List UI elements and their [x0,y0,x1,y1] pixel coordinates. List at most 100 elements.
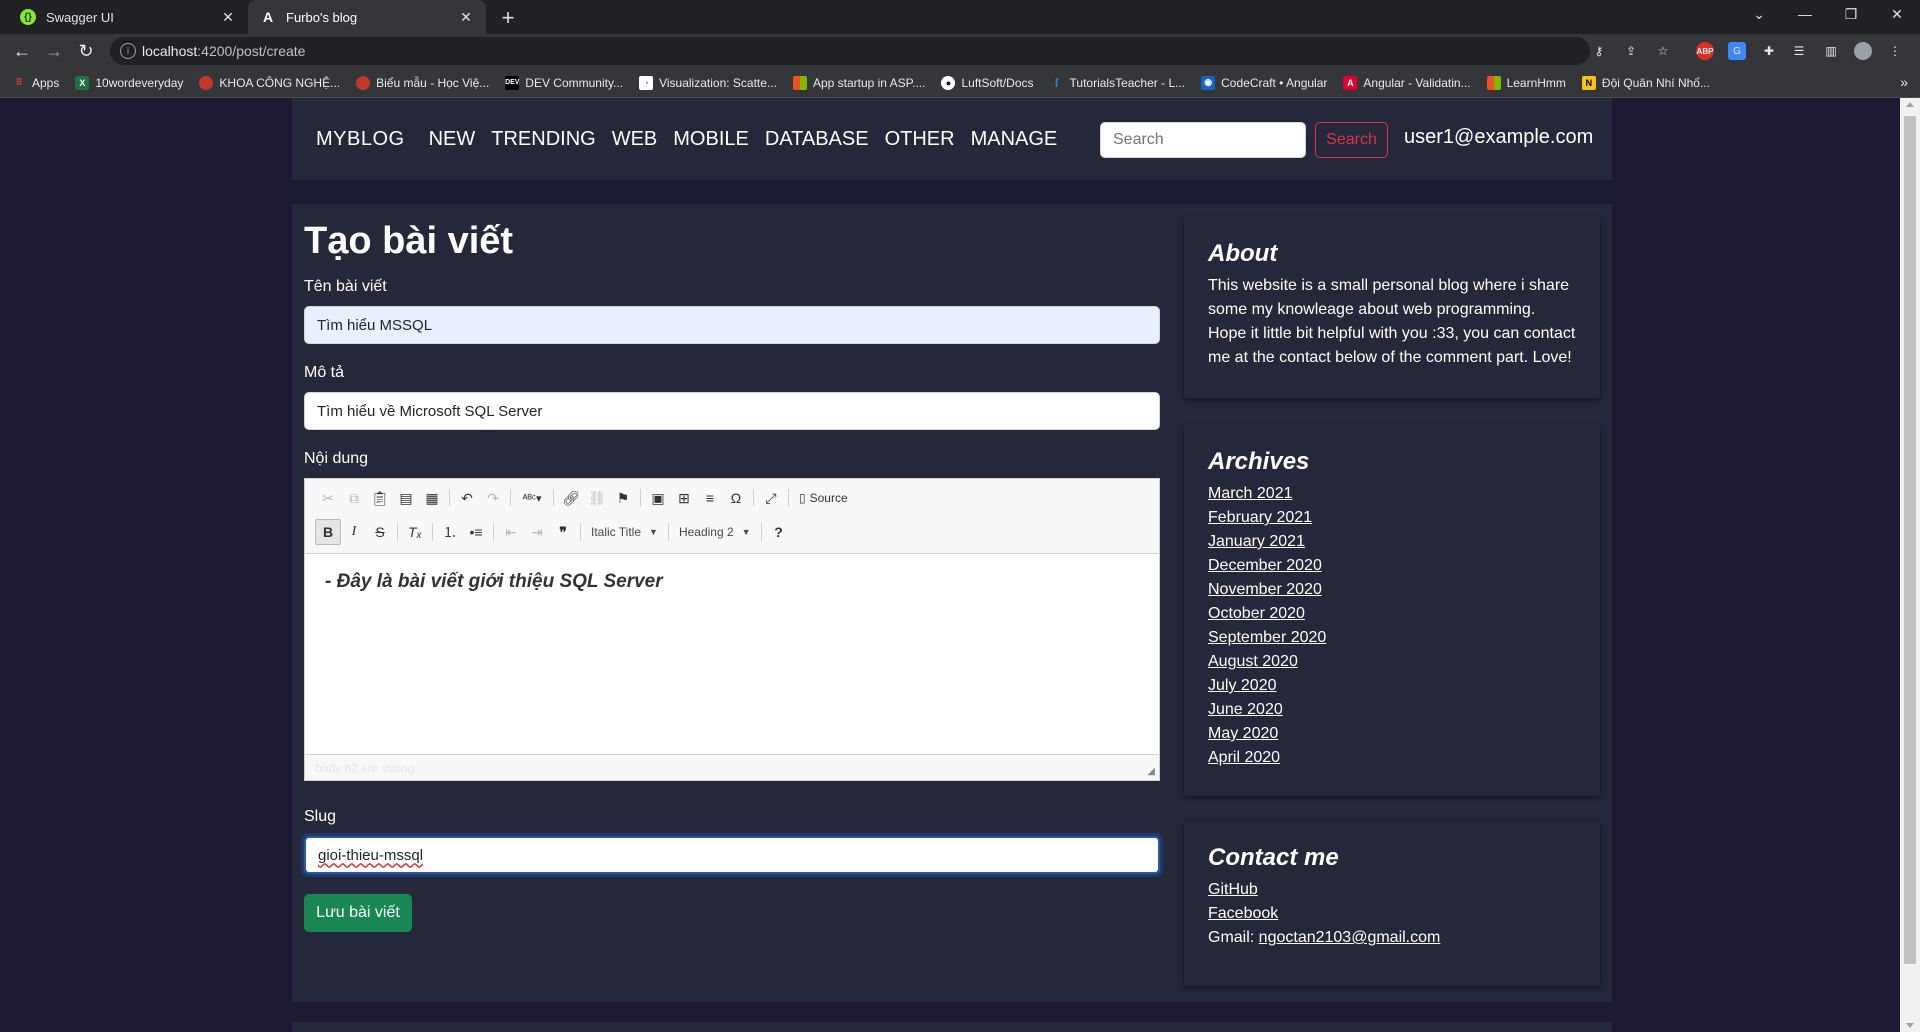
nav-database[interactable]: DATABASE [765,128,869,151]
bookmark-doi-quan[interactable]: N Đội Quân Nhí Nhố... [1581,75,1710,90]
nav-mobile[interactable]: MOBILE [673,128,749,151]
archive-link[interactable]: October 2020 [1208,602,1576,626]
blockquote-icon[interactable]: ❞ [550,519,576,545]
archive-link[interactable]: March 2021 [1208,482,1576,506]
new-tab-button[interactable]: + [496,5,520,31]
archive-link[interactable]: February 2021 [1208,506,1576,530]
archive-link[interactable]: August 2020 [1208,650,1576,674]
paste-text-icon[interactable]: ▤ [393,485,419,511]
paste-word-icon[interactable]: ▦ [419,485,445,511]
nav-new[interactable]: NEW [429,128,476,151]
nav-trending[interactable]: TRENDING [491,128,595,151]
profile-avatar[interactable] [1854,42,1872,60]
github-link[interactable]: GitHub [1208,878,1576,902]
page-scrollbar[interactable] [1900,98,1920,1032]
share-icon[interactable]: ⇪ [1622,42,1640,60]
archive-link[interactable]: November 2020 [1208,578,1576,602]
bulleted-list-icon[interactable]: •≡ [463,519,489,545]
bookmark-apps[interactable]: ⠿ Apps [12,76,60,90]
redo-icon[interactable]: ↷ [480,485,506,511]
spellcheck-icon[interactable]: ᴬᴮᶜ▾ [515,485,549,511]
editor-content[interactable]: - Đây là bài viết giới thiệu SQL Server [325,571,663,593]
archive-link[interactable]: December 2020 [1208,554,1576,578]
archive-link[interactable]: June 2020 [1208,698,1576,722]
unlink-icon[interactable]: ⛓ [584,485,610,511]
paste-icon[interactable]: 📋︎ [367,485,393,511]
strikethrough-icon[interactable]: S [367,519,393,545]
help-icon[interactable]: ? [766,519,792,545]
bookmark-app-startup[interactable]: App startup in ASP.... [792,75,925,90]
scrollbar-thumb[interactable] [1904,116,1916,964]
link-icon[interactable]: 🔗︎ [558,485,584,511]
indent-icon[interactable]: ⇥ [524,519,550,545]
copy-icon[interactable]: ⧉ [341,485,367,511]
close-window-button[interactable]: ✕ [1874,0,1920,28]
outdent-icon[interactable]: ⇤ [498,519,524,545]
bookmark-visualization[interactable]: ◔ Visualization: Scatte... [639,75,777,90]
archive-link[interactable]: July 2020 [1208,674,1576,698]
slug-input[interactable]: gioi-thieu-mssql [304,836,1160,874]
menu-icon[interactable]: ⋮ [1886,42,1904,60]
reading-list-icon[interactable]: ☰ [1790,42,1808,60]
reload-icon[interactable]: ↻ [74,40,98,62]
save-post-button[interactable]: Lưu bài viết [304,894,412,932]
archive-link[interactable]: September 2020 [1208,626,1576,650]
numbered-list-icon[interactable]: ⒈ [437,519,463,545]
archive-link[interactable]: April 2020 [1208,746,1576,770]
close-icon[interactable]: ✕ [458,9,474,26]
anchor-flag-icon[interactable]: ⚑ [610,485,636,511]
table-icon[interactable]: ⊞ [671,485,697,511]
search-button[interactable]: Search [1315,122,1388,158]
horizontal-line-icon[interactable]: ≡ [697,485,723,511]
close-icon[interactable]: ✕ [220,9,236,26]
facebook-link[interactable]: Facebook [1208,902,1576,926]
nav-other[interactable]: OTHER [885,128,955,151]
translate-icon[interactable]: G [1728,42,1746,60]
bookmark-10wordeveryday[interactable]: X 10wordeveryday [75,75,183,90]
archive-link[interactable]: May 2020 [1208,722,1576,746]
bookmark-khoa-cong-nghe[interactable]: KHOA CÔNG NGHỆ... [199,75,340,90]
remove-format-icon[interactable]: Tₓ [402,519,428,545]
extensions-icon[interactable]: ✚ [1760,42,1778,60]
bookmark-bieu-mau[interactable]: Biểu mẫu - Học Việ... [356,75,489,90]
rich-text-editor[interactable]: ✂ ⧉ 📋︎ ▤ ▦ ↶ ↷ ᴬᴮᶜ▾ 🔗︎ ⛓ ⚑ ▣ ⊞ ≡ Ω ⤢ ▯ S… [304,478,1160,781]
nav-manage[interactable]: MANAGE [971,128,1058,151]
restore-button[interactable]: ❐ [1828,0,1874,28]
scroll-down-icon[interactable] [1906,1023,1914,1028]
bookmark-luftsoft[interactable]: ● LuftSoft/Docs [941,75,1034,90]
tab-search-icon[interactable]: ⌄ [1736,0,1782,28]
bookmark-learnhmm[interactable]: LearnHmm [1486,75,1566,90]
scroll-up-icon[interactable] [1906,102,1914,107]
more-bookmarks-icon[interactable]: » [1900,74,1908,90]
adblock-icon[interactable]: ABP [1696,42,1714,60]
star-icon[interactable]: ☆ [1654,42,1672,60]
tab-furbo-blog[interactable]: A Furbo's blog ✕ [248,0,486,34]
resize-handle-icon[interactable]: ◢ [1147,766,1155,777]
back-icon[interactable]: ← [10,40,34,62]
bold-icon[interactable]: B [315,519,341,545]
archive-link[interactable]: January 2021 [1208,530,1576,554]
minimize-button[interactable]: — [1782,0,1828,28]
bookmark-dev-community[interactable]: DEV DEV Community... [505,75,623,90]
user-email[interactable]: user1@example.com [1404,126,1593,149]
undo-icon[interactable]: ↶ [454,485,480,511]
brand-link[interactable]: MYBLOG [316,128,405,151]
cut-icon[interactable]: ✂ [315,485,341,511]
forward-icon[interactable]: → [42,40,66,62]
address-bar[interactable]: i localhost:4200/post/create ⚷ ⇪ ☆ [110,37,1668,65]
styles-combo[interactable]: Italic Title ▼ [585,521,664,543]
description-input[interactable]: Tìm hiểu về Microsoft SQL Server [304,392,1160,430]
bookmark-codecraft[interactable]: ◉ CodeCraft • Angular [1201,75,1327,90]
tab-swagger[interactable]: {} Swagger UI ✕ [8,0,248,34]
info-icon[interactable]: i [120,43,136,59]
format-combo[interactable]: Heading 2 ▼ [673,521,757,543]
nav-web[interactable]: WEB [612,128,658,151]
search-input[interactable]: Search [1100,122,1306,158]
post-name-input[interactable]: Tìm hiểu MSSQL [304,306,1160,344]
key-icon[interactable]: ⚷ [1590,42,1608,60]
bookmark-tutorialsteacher[interactable]: ſ TutorialsTeacher - L... [1050,76,1185,90]
source-button[interactable]: ▯ Source [793,491,854,505]
maximize-icon[interactable]: ⤢ [758,485,784,511]
gmail-link[interactable]: ngoctan2103@gmail.com [1259,929,1441,946]
bookmark-angular-validating[interactable]: A Angular - Validatin... [1343,75,1471,90]
